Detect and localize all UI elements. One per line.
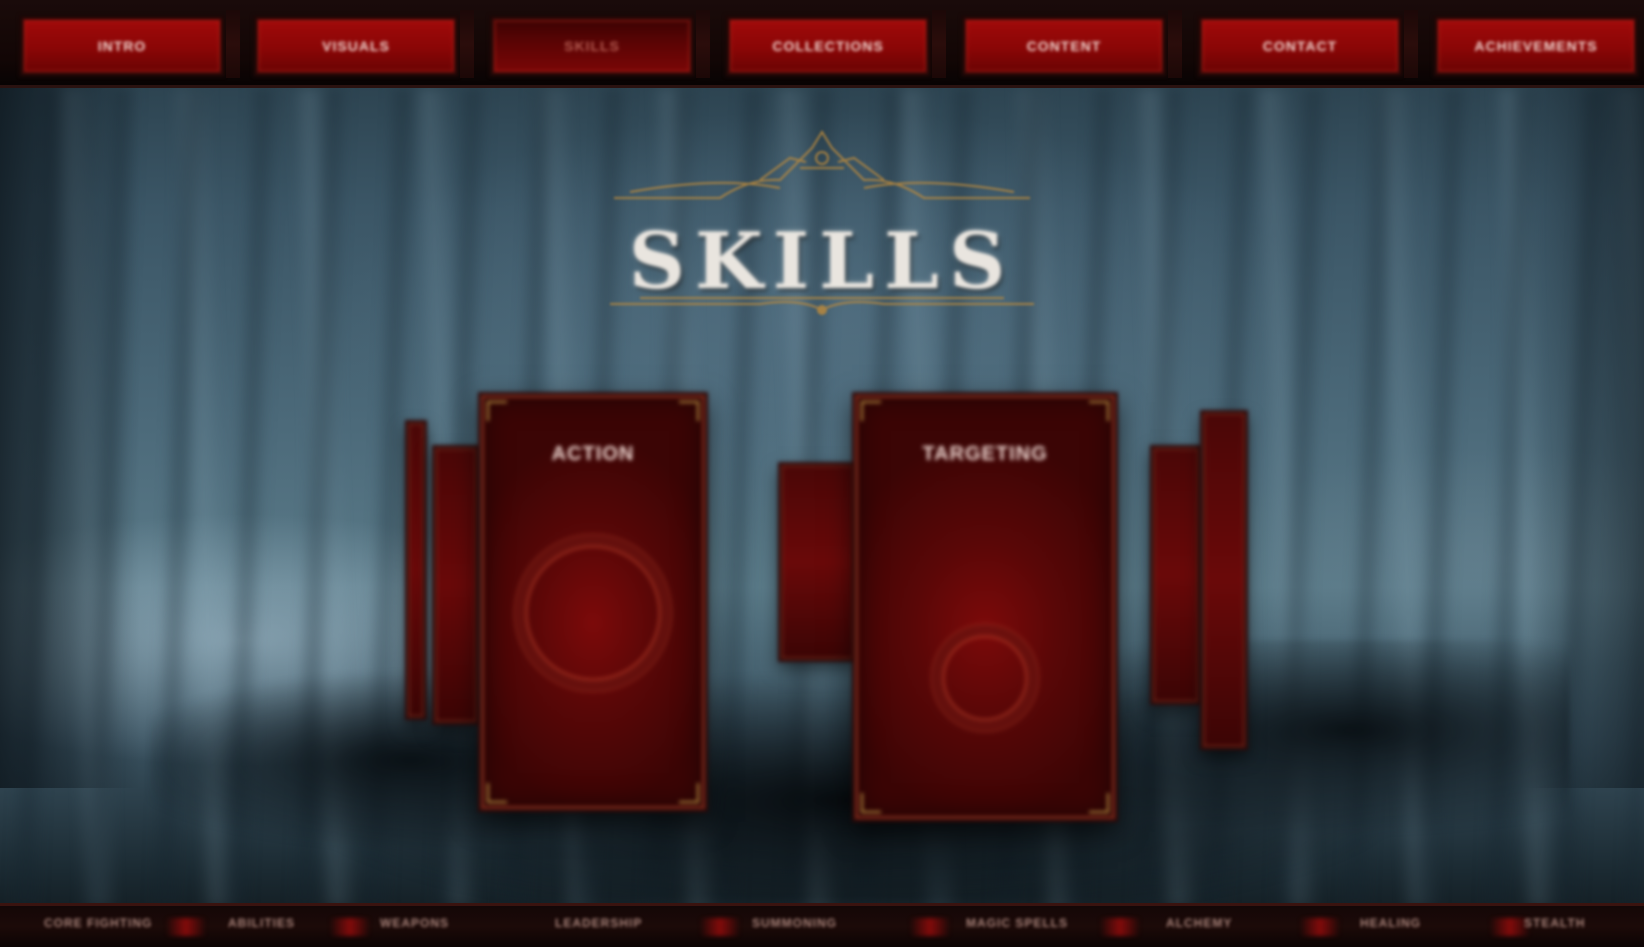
page-title: SKILLS <box>628 216 1016 307</box>
bottom-divider <box>910 918 950 936</box>
card-back-right-far[interactable] <box>1200 410 1248 750</box>
card-back-left-far[interactable] <box>405 420 427 720</box>
nav-tab-content[interactable]: Content <box>964 18 1164 74</box>
card-corner <box>861 401 881 421</box>
card-corner <box>679 783 699 803</box>
nav-divider <box>460 10 474 78</box>
card-title: Action <box>551 443 635 465</box>
card-back-center[interactable] <box>778 462 858 662</box>
card-corner <box>1089 793 1109 813</box>
nav-tab-skills[interactable]: Skills <box>492 18 692 74</box>
card-corner <box>679 401 699 421</box>
nav-tab-collections[interactable]: Collections <box>728 18 928 74</box>
background-shadow-left <box>0 88 140 788</box>
bottom-category-bar: Core Fighting Abilities Weapons Leadersh… <box>0 903 1644 947</box>
skill-card-targeting[interactable]: Targeting <box>852 392 1118 822</box>
card-corner <box>487 783 507 803</box>
card-back-left-near[interactable] <box>432 445 480 725</box>
card-emblem-icon <box>525 545 661 681</box>
bottom-divider <box>330 918 370 936</box>
bottom-divider <box>1100 918 1140 936</box>
nav-tab-achievements[interactable]: Achievements <box>1436 18 1636 74</box>
bottom-divider <box>166 918 206 936</box>
nav-tab-intro[interactable]: Intro <box>22 18 222 74</box>
skill-card-action[interactable]: Action <box>478 392 708 812</box>
bottom-item-healing[interactable]: Healing <box>1360 916 1421 938</box>
nav-divider <box>226 10 240 78</box>
bottom-item-stealth[interactable]: Stealth <box>1524 916 1585 938</box>
title-block: SKILLS <box>600 118 1044 318</box>
bottom-item-magic-spells[interactable]: Magic Spells <box>966 916 1068 938</box>
nav-divider <box>1168 10 1182 78</box>
bottom-item-summoning[interactable]: Summoning <box>752 916 837 938</box>
nav-tab-visuals[interactable]: Visuals <box>256 18 456 74</box>
top-navigation: Intro Visuals Skills Collections Content… <box>0 0 1644 88</box>
bottom-divider <box>700 918 740 936</box>
crosshair-emblem-icon <box>942 635 1028 721</box>
bottom-item-core-fighting[interactable]: Core Fighting <box>44 916 152 938</box>
card-corner <box>1089 401 1109 421</box>
nav-divider <box>696 10 710 78</box>
skills-screen: Intro Visuals Skills Collections Content… <box>0 0 1644 947</box>
card-corner <box>487 401 507 421</box>
nav-divider <box>932 10 946 78</box>
card-title: Targeting <box>922 443 1048 465</box>
nav-divider <box>1404 10 1418 78</box>
bottom-item-alchemy[interactable]: Alchemy <box>1166 916 1232 938</box>
card-back-right-near[interactable] <box>1150 445 1202 705</box>
card-corner <box>861 793 881 813</box>
nav-tab-contact[interactable]: Contact <box>1200 18 1400 74</box>
bottom-item-leadership[interactable]: Leadership <box>555 916 642 938</box>
bottom-item-abilities[interactable]: Abilities <box>228 916 295 938</box>
bottom-divider <box>1300 918 1340 936</box>
bottom-item-weapons[interactable]: Weapons <box>380 916 449 938</box>
